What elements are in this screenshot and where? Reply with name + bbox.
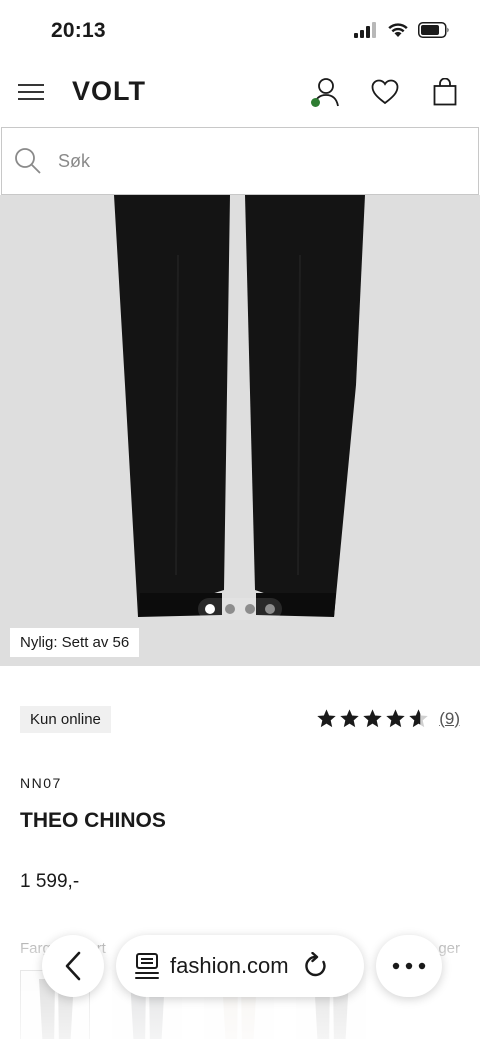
star-full-icon — [386, 709, 405, 728]
header-actions — [310, 76, 460, 108]
gallery-dot-3[interactable] — [245, 604, 255, 614]
gallery-dot-4[interactable] — [265, 604, 275, 614]
wishlist-heart-icon — [371, 79, 399, 105]
variants-label: ger — [438, 940, 460, 957]
product-rating[interactable]: (9) — [316, 708, 460, 729]
account-status-dot — [311, 98, 320, 107]
star-full-icon — [363, 709, 382, 728]
star-full-icon — [317, 709, 336, 728]
cart-button[interactable] — [430, 76, 460, 108]
search-input[interactable] — [58, 150, 438, 172]
browser-back-button[interactable] — [42, 935, 104, 997]
account-button[interactable] — [310, 76, 340, 108]
product-image[interactable] — [0, 195, 480, 666]
product-name: THEO CHINOS — [20, 809, 166, 832]
online-only-badge: Kun online — [20, 706, 111, 733]
search-icon — [15, 148, 41, 174]
menu-icon[interactable] — [18, 82, 44, 102]
more-dots-icon — [392, 962, 426, 970]
wishlist-button[interactable] — [370, 76, 400, 108]
site-logo[interactable]: VOLT — [72, 76, 146, 107]
star-full-icon — [340, 709, 359, 728]
star-half-icon — [409, 709, 428, 728]
reader-mode-icon[interactable] — [134, 952, 160, 980]
product-brand[interactable]: NN07 — [20, 775, 62, 791]
status-bar: 20:13 — [0, 0, 480, 62]
reload-icon[interactable] — [303, 952, 329, 980]
browser-url[interactable]: fashion.com — [170, 953, 289, 979]
browser-address-bar[interactable]: fashion.com — [116, 935, 364, 997]
browser-more-button[interactable] — [376, 935, 442, 997]
search-bar — [1, 127, 479, 195]
product-gallery[interactable]: Nylig: Sett av 56 — [0, 195, 480, 666]
site-header: VOLT — [0, 62, 480, 126]
status-time: 20:13 — [51, 19, 106, 42]
recent-views-badge: Nylig: Sett av 56 — [10, 628, 140, 657]
gallery-dot-2[interactable] — [225, 604, 235, 614]
wifi-icon — [388, 23, 408, 37]
cellular-signal-icon — [354, 22, 376, 38]
rating-count-link[interactable]: (9) — [439, 709, 460, 729]
battery-icon — [418, 22, 449, 38]
gallery-pagination — [198, 598, 282, 620]
back-chevron-icon — [65, 951, 81, 981]
shopping-bag-icon — [433, 78, 457, 106]
gallery-dot-1[interactable] — [205, 604, 215, 614]
product-price: 1 599,- — [20, 871, 80, 892]
status-icons — [354, 22, 450, 38]
